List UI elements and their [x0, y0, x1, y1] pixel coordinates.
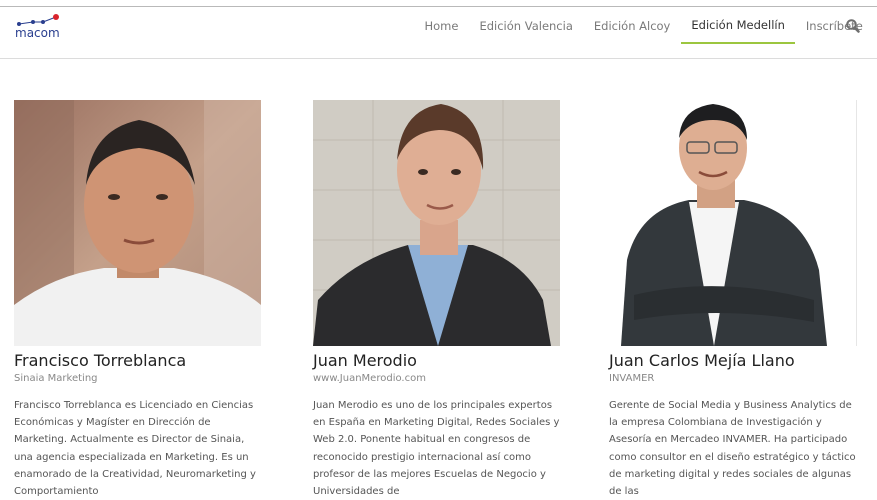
speaker-company: INVAMER	[609, 373, 655, 384]
speaker-name[interactable]: Juan Merodio	[313, 351, 563, 370]
nav-edicion-valencia[interactable]: Edición Valencia	[469, 7, 583, 44]
speaker-name[interactable]: Francisco Torreblanca	[14, 351, 264, 370]
nav-edicion-alcoy[interactable]: Edición Alcoy	[583, 7, 681, 44]
main-nav: Home Edición Valencia Edición Alcoy Edic…	[414, 7, 873, 45]
speaker-card: Juan Carlos Mejía Llano INVAMER Gerente …	[609, 100, 859, 500]
speaker-photo	[609, 100, 857, 346]
speaker-name[interactable]: Juan Carlos Mejía Llano	[609, 351, 859, 370]
nav-home[interactable]: Home	[414, 7, 469, 44]
speaker-bio: Francisco Torreblanca es Licenciado en C…	[14, 400, 256, 498]
nav-inscribete[interactable]: Inscríbete	[795, 7, 873, 44]
speaker-photo	[14, 100, 261, 346]
header-divider	[0, 58, 877, 59]
search-icon[interactable]	[845, 18, 861, 34]
speaker-company: Sinaia Marketing	[14, 373, 98, 384]
speaker-bio: Gerente de Social Media y Business Analy…	[609, 400, 856, 498]
macom-logo[interactable]: macom	[12, 13, 72, 43]
speaker-card: Francisco Torreblanca Sinaia Marketing F…	[14, 100, 264, 500]
logo-dots-graphic	[17, 14, 59, 26]
speaker-photo	[313, 100, 560, 346]
speaker-bio: Juan Merodio es uno de los principales e…	[313, 400, 560, 498]
site-header: macom Home Edición Valencia Edición Alco…	[0, 7, 877, 45]
nav-edicion-medellin[interactable]: Edición Medellín	[680, 7, 796, 44]
speaker-card: Juan Merodio www.JuanMerodio.com Juan Me…	[313, 100, 563, 500]
logo-text: macom	[15, 26, 60, 40]
speaker-company[interactable]: www.JuanMerodio.com	[313, 373, 563, 384]
